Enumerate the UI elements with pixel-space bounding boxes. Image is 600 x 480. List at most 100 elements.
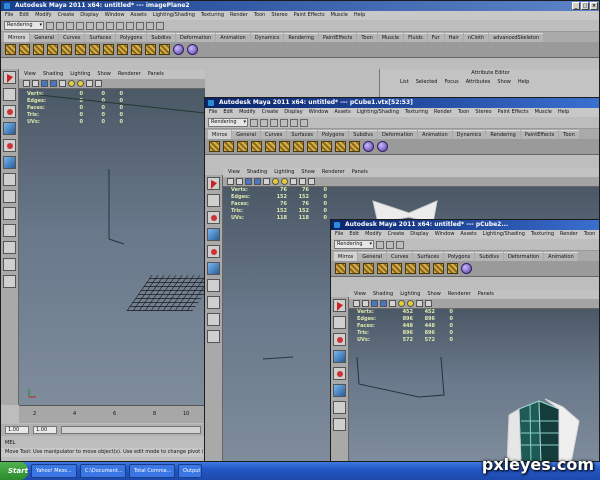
menu-help[interactable]: Help: [354, 11, 365, 20]
mirror-tool-icon[interactable]: [5, 44, 16, 55]
mirror-tool-icon[interactable]: [117, 44, 128, 55]
mirror-tool-icon[interactable]: [33, 44, 44, 55]
mirror-tool-icon[interactable]: [307, 141, 318, 152]
new-scene-icon[interactable]: [250, 118, 258, 127]
menu-file[interactable]: File: [5, 11, 13, 20]
panel-menu-lighting[interactable]: Lighting: [274, 168, 294, 177]
mirror-tool-icon[interactable]: [145, 44, 156, 55]
select-hierarchy-icon[interactable]: [76, 21, 84, 30]
panel-menu-show[interactable]: Show: [427, 290, 441, 299]
menu-paint-effects[interactable]: Paint Effects: [498, 108, 529, 117]
snap-curve-icon[interactable]: [116, 21, 124, 30]
mirror-tool-icon[interactable]: [433, 263, 444, 274]
window-3-titlebar[interactable]: Autodesk Maya 2011 x64: untitled* --- pC…: [331, 220, 599, 230]
select-tool-icon[interactable]: [3, 71, 16, 84]
mirror-tool-icon[interactable]: [419, 263, 430, 274]
menu-texturing[interactable]: Texturing: [531, 230, 554, 239]
persp-outliner-layout-icon[interactable]: [3, 241, 16, 254]
lasso-tool-icon[interactable]: [333, 316, 346, 329]
shader-sphere-icon[interactable]: [173, 44, 184, 55]
viewport-1[interactable]: Verts: 0 0 0 Edges: 0 0 0 Faces: 0 0 0 Tris: 0 0 0 U…: [19, 89, 205, 405]
shelf-tab-mirros[interactable]: Mirros: [208, 130, 232, 139]
last-tool-icon[interactable]: [333, 418, 346, 431]
menu-display[interactable]: Display: [410, 230, 428, 239]
menu-window[interactable]: Window: [435, 230, 455, 239]
shelf-tab-curves[interactable]: Curves: [59, 33, 85, 42]
lasso-tool-icon[interactable]: [207, 194, 220, 207]
menu-help[interactable]: Help: [558, 108, 569, 117]
open-scene-icon[interactable]: [386, 240, 394, 249]
scale-tool-icon[interactable]: [333, 384, 346, 397]
menu-modify[interactable]: Modify: [365, 230, 382, 239]
rotate-tool-icon[interactable]: [333, 367, 346, 380]
taskbar-item-yahoo[interactable]: Yahoo! Mess...: [31, 464, 77, 478]
paint-select-icon[interactable]: [3, 105, 16, 118]
mirror-tool-icon[interactable]: [447, 263, 458, 274]
menu-display[interactable]: Display: [80, 11, 98, 20]
mirror-tool-icon[interactable]: [321, 141, 332, 152]
save-scene-icon[interactable]: [396, 240, 404, 249]
isolate-icon[interactable]: [86, 80, 93, 87]
scale-tool-icon[interactable]: [3, 156, 16, 169]
manipulator-tool-icon[interactable]: [207, 279, 220, 292]
mirror-tool-icon[interactable]: [391, 263, 402, 274]
shelf-tab-muscle[interactable]: Muscle: [377, 33, 404, 42]
select-object-icon[interactable]: [86, 21, 94, 30]
panel-menu-panels[interactable]: Panels: [478, 290, 494, 299]
menu-texturing[interactable]: Texturing: [201, 11, 224, 20]
panel-menu-panels[interactable]: Panels: [148, 70, 164, 79]
menu-create[interactable]: Create: [262, 108, 279, 117]
manipulator-tool-icon[interactable]: [333, 401, 346, 414]
mirror-tool-icon[interactable]: [61, 44, 72, 55]
mirror-tool-icon[interactable]: [293, 141, 304, 152]
last-tool-icon[interactable]: [207, 296, 220, 309]
menu-file[interactable]: File: [335, 230, 343, 239]
smooth-shade-icon[interactable]: [50, 80, 57, 87]
persp-graph-layout-icon[interactable]: [3, 258, 16, 271]
mirror-tool-icon[interactable]: [159, 44, 170, 55]
panel-menu-renderer[interactable]: Renderer: [448, 290, 471, 299]
attr-menu-focus[interactable]: Focus: [444, 77, 458, 87]
mirror-tool-icon[interactable]: [237, 141, 248, 152]
menu-edit[interactable]: Edit: [19, 11, 29, 20]
texture-icon[interactable]: [263, 178, 270, 185]
camera-icon[interactable]: [227, 178, 234, 185]
shelf-tab-animation[interactable]: Animation: [216, 33, 250, 42]
manipulator-tool-icon[interactable]: [3, 173, 16, 186]
mirror-tool-icon[interactable]: [251, 141, 262, 152]
panel-menu-view[interactable]: View: [228, 168, 240, 177]
menu-stereo[interactable]: Stereo: [475, 108, 491, 117]
shelf-tab-fur[interactable]: Fur: [427, 33, 444, 42]
hypershade-layout-icon[interactable]: [3, 275, 16, 288]
shelf-tab-general[interactable]: General: [232, 130, 260, 139]
menu-assets[interactable]: Assets: [460, 230, 476, 239]
start-button[interactable]: Start: [0, 462, 28, 480]
panel-menu-renderer[interactable]: Renderer: [118, 70, 141, 79]
open-scene-icon[interactable]: [260, 118, 268, 127]
menu-paint-effects[interactable]: Paint Effects: [294, 11, 325, 20]
menu-create[interactable]: Create: [388, 230, 405, 239]
rotate-tool-icon[interactable]: [207, 245, 220, 258]
panel-menu-renderer[interactable]: Renderer: [322, 168, 345, 177]
panel-menu-shading[interactable]: Shading: [373, 290, 393, 299]
render-icon[interactable]: [136, 21, 144, 30]
mirror-tool-icon[interactable]: [335, 263, 346, 274]
mirror-tool-icon[interactable]: [209, 141, 220, 152]
menu-lighting-shading[interactable]: Lighting/Shading: [483, 230, 525, 239]
taskbar-item-total-commander[interactable]: Total Comma...: [129, 464, 175, 478]
panel-menu-lighting[interactable]: Lighting: [400, 290, 420, 299]
shelf-tab-animation[interactable]: Animation: [418, 130, 452, 139]
select-tool-icon[interactable]: [333, 299, 346, 312]
light-icon[interactable]: [398, 300, 405, 307]
menu-muscle[interactable]: Muscle: [331, 11, 348, 20]
window-1-titlebar[interactable]: Autodesk Maya 2011 x64: untitled* --- im…: [1, 1, 599, 11]
smooth-shade-icon[interactable]: [254, 178, 261, 185]
shelf-tab-curves[interactable]: Curves: [387, 252, 413, 261]
smooth-shade-icon[interactable]: [380, 300, 387, 307]
mirror-tool-icon[interactable]: [265, 141, 276, 152]
shelf-tab-subdivs[interactable]: Subdivs: [349, 130, 377, 139]
mel-label[interactable]: MEL: [5, 438, 15, 448]
panel-menu-view[interactable]: View: [24, 70, 36, 79]
single-perspective-layout-icon[interactable]: [207, 313, 220, 326]
panel-menu-shading[interactable]: Shading: [247, 168, 267, 177]
